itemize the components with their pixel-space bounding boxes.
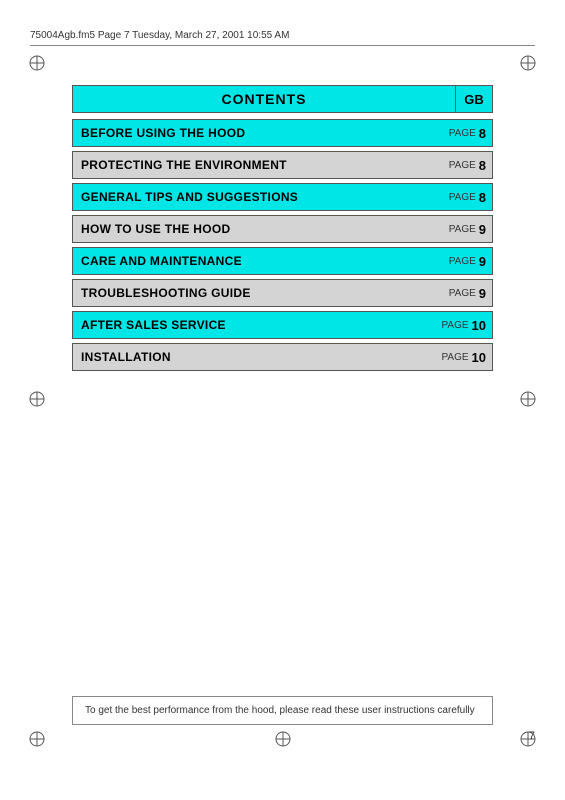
- contents-title: CONTENTS: [72, 85, 455, 113]
- contents-header: CONTENTS GB: [72, 85, 493, 113]
- toc-row-label: BEFORE USING THE HOOD: [73, 120, 434, 146]
- page: 75004Agb.fm5 Page 7 Tuesday, March 27, 2…: [0, 0, 565, 800]
- toc-page-word: PAGE: [441, 320, 468, 331]
- toc-page-num: 9: [479, 254, 486, 269]
- corner-mark-bl: [28, 730, 46, 748]
- toc-row-page: PAGE9: [434, 248, 492, 274]
- toc-row-label: GENERAL TIPS AND SUGGESTIONS: [73, 184, 434, 210]
- toc-page-word: PAGE: [441, 352, 468, 363]
- header-filename: 75004Agb.fm5 Page 7 Tuesday, March 27, 2…: [30, 30, 289, 41]
- toc-row: GENERAL TIPS AND SUGGESTIONSPAGE8: [72, 183, 493, 211]
- toc-row-label: HOW TO USE THE HOOD: [73, 216, 434, 242]
- toc-table: BEFORE USING THE HOODPAGE8PROTECTING THE…: [72, 119, 493, 371]
- toc-page-num: 8: [479, 190, 486, 205]
- toc-row: BEFORE USING THE HOODPAGE8: [72, 119, 493, 147]
- header-bar: 75004Agb.fm5 Page 7 Tuesday, March 27, 2…: [30, 30, 535, 46]
- bottom-note: To get the best performance from the hoo…: [72, 696, 493, 725]
- corner-mark-tl: [28, 54, 46, 72]
- toc-row: CARE AND MAINTENANCEPAGE9: [72, 247, 493, 275]
- toc-row: PROTECTING THE ENVIRONMENTPAGE8: [72, 151, 493, 179]
- toc-row-page: PAGE9: [434, 280, 492, 306]
- bottom-note-text: To get the best performance from the hoo…: [85, 705, 475, 716]
- toc-row: AFTER SALES SERVICE PAGE 10: [72, 311, 493, 339]
- toc-row-label: PROTECTING THE ENVIRONMENT: [73, 152, 434, 178]
- corner-mark-tr: [519, 54, 537, 72]
- toc-page-num: 10: [472, 318, 486, 333]
- toc-row-page: PAGE8: [434, 120, 492, 146]
- toc-page-num: 10: [472, 350, 486, 365]
- toc-row-page: PAGE 10: [434, 312, 492, 338]
- toc-row-label: INSTALLATION: [73, 344, 434, 370]
- corner-mark-bc: [274, 730, 292, 748]
- toc-page-word: PAGE: [449, 128, 476, 139]
- toc-row-label: CARE AND MAINTENANCE: [73, 248, 434, 274]
- toc-page-num: 8: [479, 158, 486, 173]
- corner-mark-ml: [28, 390, 46, 408]
- toc-page-word: PAGE: [449, 192, 476, 203]
- toc-row-page: PAGE8: [434, 152, 492, 178]
- contents-gb-label: GB: [455, 85, 493, 113]
- toc-row-page: PAGE8: [434, 184, 492, 210]
- content-area: CONTENTS GB BEFORE USING THE HOODPAGE8PR…: [72, 85, 493, 375]
- toc-row-label: AFTER SALES SERVICE: [73, 312, 434, 338]
- toc-page-word: PAGE: [449, 224, 476, 235]
- toc-row: TROUBLESHOOTING GUIDEPAGE9: [72, 279, 493, 307]
- toc-page-num: 9: [479, 286, 486, 301]
- toc-row-page: PAGE9: [434, 216, 492, 242]
- toc-row: INSTALLATION PAGE 10: [72, 343, 493, 371]
- toc-row-page: PAGE 10: [434, 344, 492, 370]
- toc-row: HOW TO USE THE HOODPAGE9: [72, 215, 493, 243]
- toc-row-label: TROUBLESHOOTING GUIDE: [73, 280, 434, 306]
- toc-page-num: 8: [479, 126, 486, 141]
- page-number: 7: [529, 730, 535, 742]
- toc-page-word: PAGE: [449, 288, 476, 299]
- toc-page-num: 9: [479, 222, 486, 237]
- toc-page-word: PAGE: [449, 256, 476, 267]
- corner-mark-mr: [519, 390, 537, 408]
- toc-page-word: PAGE: [449, 160, 476, 171]
